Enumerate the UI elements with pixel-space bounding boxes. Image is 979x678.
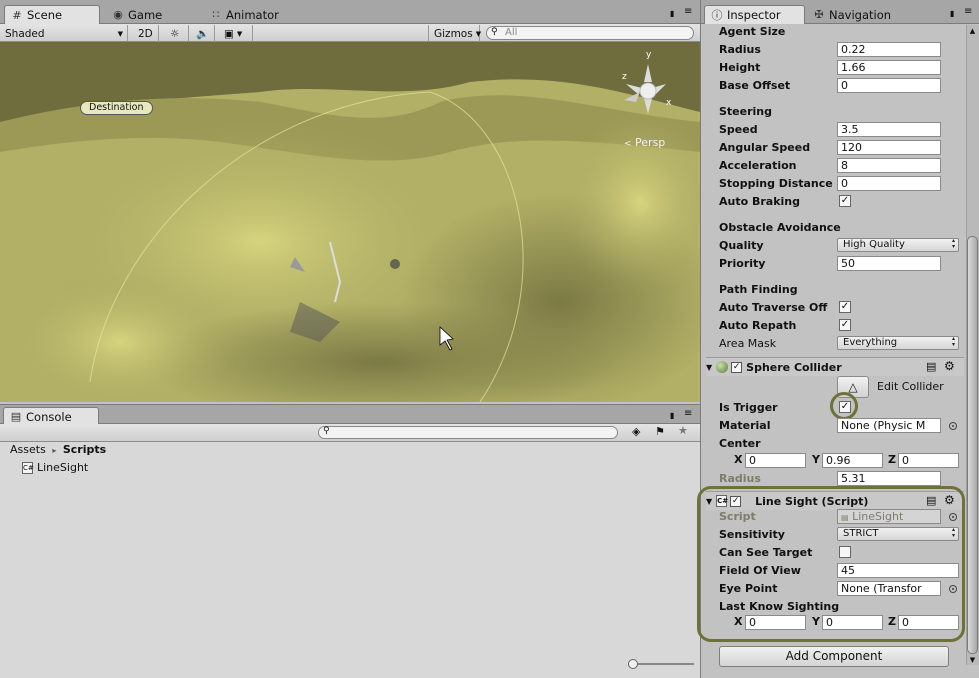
angular-speed-field[interactable]: 120 (837, 140, 941, 155)
sun-icon: ☼ (170, 27, 180, 40)
zoom-slider-handle[interactable] (628, 659, 638, 669)
center-y-field[interactable]: 0.96 (822, 453, 883, 468)
dropdown-arrow-icon: ▼ (117, 29, 123, 38)
breadcrumb-assets[interactable]: Assets (10, 443, 46, 456)
lighting-toggle[interactable]: ☼ (165, 25, 189, 42)
console-menu-icon[interactable]: ≡ (684, 408, 692, 419)
radius-field[interactable]: 0.22 (837, 42, 941, 57)
sphere-collider-icon (716, 361, 729, 373)
stopping-distance-field[interactable]: 0 (837, 176, 941, 191)
scrollbar-thumb[interactable] (967, 236, 978, 654)
tab-navigation[interactable]: ✠ Navigation (807, 5, 897, 24)
inspector-lock-icon[interactable]: ▮ (950, 9, 954, 18)
project-body (0, 442, 700, 678)
destination-label[interactable]: Destination (80, 101, 153, 115)
terrain-render (0, 42, 700, 402)
base-offset-field[interactable]: 0 (837, 78, 941, 93)
tab-game[interactable]: ◉ Game (106, 5, 168, 24)
navigation-icon: ✠ (814, 8, 824, 21)
center-x-field[interactable]: 0 (745, 453, 806, 468)
effects-dropdown[interactable]: ▣ ▼ (219, 25, 253, 42)
filter-type-icon[interactable]: ◈ (632, 425, 640, 438)
scene-icon: # (12, 8, 22, 22)
scroll-down-icon[interactable]: ▼ (967, 656, 978, 664)
shading-dropdown[interactable]: Shaded ▼ (0, 25, 128, 42)
2d-toggle[interactable]: 2D (133, 25, 159, 42)
edit-collider-icon: △ (848, 380, 858, 394)
center-y-label: Y (812, 453, 820, 466)
tab-animator[interactable]: ∷ Animator (204, 5, 285, 24)
script-file-icon: C# (22, 461, 34, 474)
scene-search-input[interactable]: ⚲ All (486, 26, 694, 40)
height-field[interactable]: 1.66 (837, 60, 941, 75)
lock-icon[interactable]: ▮ (670, 9, 674, 18)
filter-label-icon[interactable]: ⚑ (655, 425, 665, 438)
tab-scene[interactable]: # Scene (4, 5, 100, 24)
game-icon: ◉ (113, 8, 123, 21)
favorite-star-icon[interactable]: ★ (678, 424, 688, 437)
object-picker-icon[interactable] (949, 422, 957, 430)
breadcrumb: Assets ▸ Scripts (10, 443, 107, 456)
scroll-up-icon[interactable]: ▲ (967, 27, 978, 35)
perspective-label[interactable]: < Persp (624, 136, 665, 149)
console-lock-icon[interactable]: ▮ (670, 411, 674, 420)
tab-console[interactable]: ▤ Console (3, 407, 99, 425)
add-component-button[interactable]: Add Component (719, 646, 949, 667)
audio-toggle[interactable]: 🔈 (191, 25, 215, 42)
highlight-outline (697, 486, 965, 642)
help-book-icon[interactable]: ▤ (926, 360, 936, 373)
auto-repath-checkbox[interactable]: ✓ (839, 319, 851, 331)
inspector-tab-bar: ⓘ Inspector ✠ Navigation ▮ ≡ (701, 0, 979, 24)
auto-braking-checkbox[interactable]: ✓ (839, 195, 851, 207)
center-z-label: Z (888, 453, 896, 466)
collider-radius-field[interactable]: 5.31 (837, 471, 941, 486)
edit-collider-label: Edit Collider (877, 380, 944, 393)
acceleration-field[interactable]: 8 (837, 158, 941, 173)
steering-header: Steering (719, 105, 773, 118)
obstacle-avoidance-header: Obstacle Avoidance (719, 221, 841, 234)
path-finding-header: Path Finding (719, 283, 798, 296)
scene-orientation-gizmo[interactable]: y z x (614, 50, 674, 124)
sphere-collider-header[interactable]: ▼ ✓ Sphere Collider ▤ ⚙ (706, 357, 964, 376)
is-trigger-checkbox[interactable]: ✓ (839, 401, 851, 413)
tab-inspector[interactable]: ⓘ Inspector (704, 5, 805, 24)
auto-traverse-checkbox[interactable]: ✓ (839, 301, 851, 313)
gizmos-dropdown[interactable]: Gizmos ▼ (428, 25, 481, 42)
console-tab-bar: ▤ Console ▮ ≡ (0, 404, 700, 425)
speed-field[interactable]: 3.5 (837, 122, 941, 137)
area-mask-dropdown[interactable]: Everything (837, 336, 959, 350)
search-icon: ⚲ (491, 27, 498, 37)
animator-icon: ∷ (212, 8, 220, 21)
breadcrumb-scripts[interactable]: Scripts (63, 443, 106, 456)
panel-menu-icon[interactable]: ≡ (684, 6, 692, 17)
sphere-collider-enabled-checkbox[interactable]: ✓ (731, 361, 743, 373)
center-x-label: X (734, 453, 743, 466)
settings-gear-icon[interactable]: ⚙ (944, 359, 955, 373)
scene-viewport[interactable]: Destination y z x < Persp (0, 42, 700, 402)
image-icon: ▣ (224, 27, 234, 40)
scene-tab-bar: # Scene ◉ Game ∷ Animator ▮ ≡ (0, 0, 700, 24)
material-field[interactable]: None (Physic M (837, 418, 941, 433)
center-z-field[interactable]: 0 (898, 453, 959, 468)
center-label: Center (719, 437, 761, 450)
priority-field[interactable]: 50 (837, 256, 941, 271)
quality-dropdown[interactable]: High Quality (837, 238, 959, 252)
project-search-icon: ⚲ (323, 426, 330, 436)
speaker-icon: 🔈 (196, 28, 210, 40)
console-icon: ▤ (10, 410, 22, 423)
project-search-input[interactable]: ⚲ (318, 426, 618, 439)
list-item[interactable]: C# LineSight (22, 461, 88, 474)
foldout-arrow-icon[interactable]: ▼ (706, 363, 712, 372)
agent-size-header: Agent Size (719, 25, 786, 38)
info-icon: ⓘ (711, 9, 723, 22)
inspector-menu-icon[interactable]: ≡ (964, 6, 972, 17)
